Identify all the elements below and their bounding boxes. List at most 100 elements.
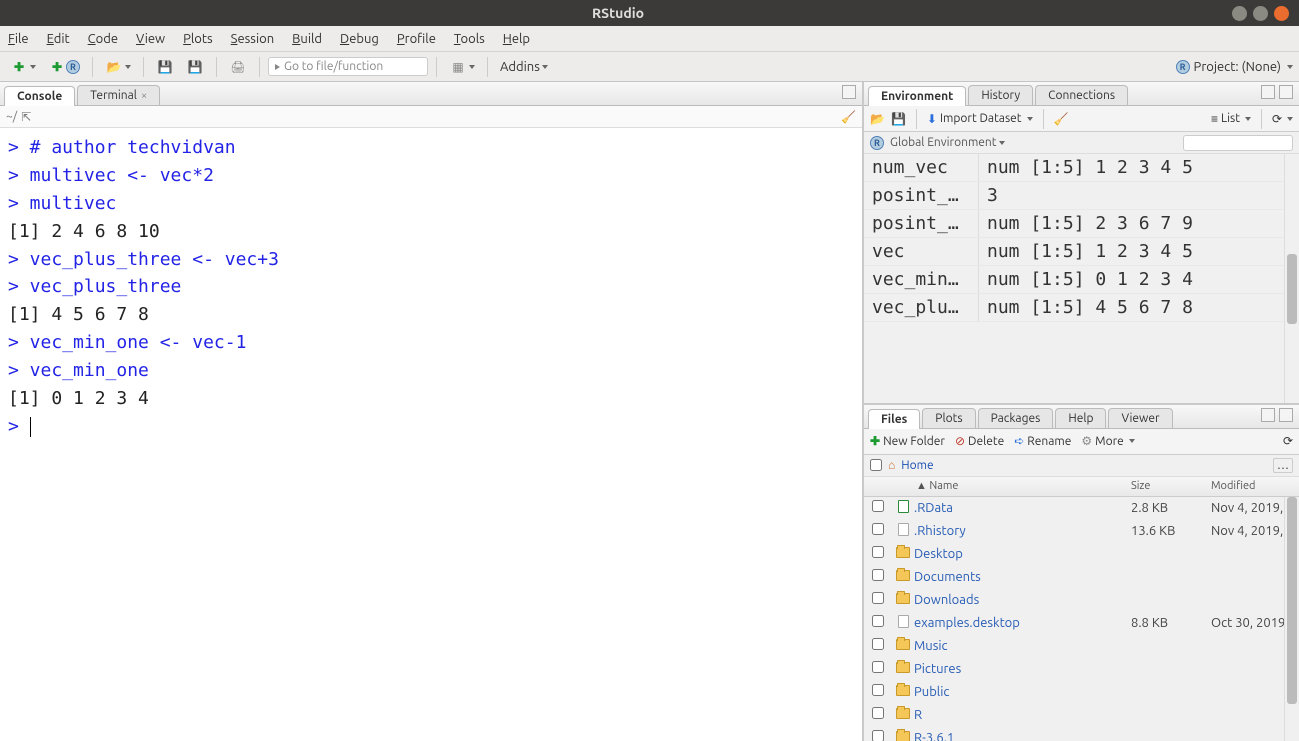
load-workspace-button[interactable]: 📂 xyxy=(870,112,885,126)
select-all-checkbox[interactable] xyxy=(870,459,882,471)
file-row[interactable]: .Rhistory13.6 KBNov 4, 2019, xyxy=(864,520,1299,543)
file-name[interactable]: Documents xyxy=(914,570,1131,584)
goto-file-input[interactable]: Go to file/function xyxy=(268,57,428,76)
file-checkbox[interactable] xyxy=(872,592,884,604)
file-name[interactable]: .RData xyxy=(914,501,1131,515)
file-checkbox[interactable] xyxy=(872,730,884,741)
file-row[interactable]: examples.desktop8.8 KBOct 30, 2019, xyxy=(864,612,1299,635)
file-row[interactable]: Desktop xyxy=(864,543,1299,566)
menu-help[interactable]: Help xyxy=(503,32,530,46)
env-row[interactable]: num_vecnum [1:5] 1 2 3 4 5 xyxy=(864,154,1299,182)
file-row[interactable]: Music xyxy=(864,635,1299,658)
rename-button[interactable]: ➪ Rename xyxy=(1014,434,1071,448)
file-row[interactable]: .RData2.8 KBNov 4, 2019, xyxy=(864,497,1299,520)
header-modified[interactable]: Modified xyxy=(1211,480,1299,492)
file-name[interactable]: Music xyxy=(914,639,1131,653)
menu-code[interactable]: Code xyxy=(88,32,118,46)
file-row[interactable]: Downloads xyxy=(864,589,1299,612)
env-row[interactable]: vec_plu…num [1:5] 4 5 6 7 8 xyxy=(864,294,1299,322)
file-checkbox[interactable] xyxy=(872,638,884,650)
pane-minimize-button[interactable] xyxy=(1261,408,1275,422)
pane-maximize-button[interactable] xyxy=(1279,408,1293,422)
files-tab-viewer[interactable]: Viewer xyxy=(1108,408,1172,428)
refresh-environment-button[interactable]: ⟳ xyxy=(1272,112,1293,126)
file-name[interactable]: R xyxy=(914,708,1131,722)
clear-console-button[interactable]: 🧹 xyxy=(841,110,856,124)
menu-tools[interactable]: Tools xyxy=(454,32,485,46)
env-tab-history[interactable]: History xyxy=(968,85,1033,105)
file-name[interactable]: Downloads xyxy=(914,593,1131,607)
more-button[interactable]: ⚙ More xyxy=(1081,434,1134,448)
files-scrollbar[interactable] xyxy=(1284,497,1299,741)
file-row[interactable]: R-3.6.1 xyxy=(864,727,1299,741)
file-name[interactable]: R-3.6.1 xyxy=(914,731,1131,741)
new-project-button[interactable]: ✚R xyxy=(44,56,84,78)
addins-button[interactable]: Addins xyxy=(496,58,552,76)
file-checkbox[interactable] xyxy=(872,615,884,627)
console-tab-terminal[interactable]: Terminal× xyxy=(77,85,160,105)
menu-debug[interactable]: Debug xyxy=(340,32,379,46)
env-tab-environment[interactable]: Environment xyxy=(868,86,966,106)
view-mode-button[interactable]: ≡ List xyxy=(1211,112,1251,126)
file-name[interactable]: Desktop xyxy=(914,547,1131,561)
file-row[interactable]: Documents xyxy=(864,566,1299,589)
window-maximize-button[interactable] xyxy=(1253,6,1268,21)
console-tab-console[interactable]: Console xyxy=(4,86,75,106)
import-dataset-button[interactable]: ⬇ Import Dataset xyxy=(927,112,1033,126)
menu-profile[interactable]: Profile xyxy=(397,32,436,46)
files-tab-files[interactable]: Files xyxy=(868,409,920,429)
window-minimize-button[interactable] xyxy=(1232,6,1247,21)
pane-minimize-button[interactable] xyxy=(1261,85,1275,99)
clear-environment-button[interactable]: 🧹 xyxy=(1054,112,1069,126)
environment-scrollbar[interactable] xyxy=(1284,154,1299,403)
file-name[interactable]: .Rhistory xyxy=(914,524,1131,538)
home-icon[interactable]: ⌂ xyxy=(888,458,895,472)
menu-edit[interactable]: Edit xyxy=(47,32,70,46)
env-row[interactable]: vec_min…num [1:5] 0 1 2 3 4 xyxy=(864,266,1299,294)
environment-scope[interactable]: Global Environment xyxy=(890,136,997,149)
file-checkbox[interactable] xyxy=(872,569,884,581)
file-name[interactable]: examples.desktop xyxy=(914,616,1131,630)
console-prompt[interactable]: > xyxy=(8,413,854,441)
grid-view-button[interactable]: ▦ xyxy=(445,56,479,78)
menu-file[interactable]: File xyxy=(8,32,29,46)
save-all-button[interactable]: 💾 xyxy=(182,56,208,78)
console-popout-icon[interactable]: ⇱ xyxy=(21,110,31,124)
env-row[interactable]: posint_…num [1:5] 2 3 6 7 9 xyxy=(864,210,1299,238)
files-tab-plots[interactable]: Plots xyxy=(922,408,975,428)
refresh-files-button[interactable]: ⟳ xyxy=(1283,434,1293,448)
file-name[interactable]: Public xyxy=(914,685,1131,699)
new-file-button[interactable]: ✚ xyxy=(6,56,40,78)
file-row[interactable]: Public xyxy=(864,681,1299,704)
env-row[interactable]: vecnum [1:5] 1 2 3 4 5 xyxy=(864,238,1299,266)
save-button[interactable]: 💾 xyxy=(152,56,178,78)
file-checkbox[interactable] xyxy=(872,546,884,558)
env-tab-connections[interactable]: Connections xyxy=(1035,85,1128,105)
path-more-button[interactable]: … xyxy=(1273,458,1293,473)
env-row[interactable]: posint_…3 xyxy=(864,182,1299,210)
menu-view[interactable]: View xyxy=(136,32,165,46)
save-workspace-button[interactable]: 💾 xyxy=(891,112,906,126)
file-checkbox[interactable] xyxy=(872,684,884,696)
file-checkbox[interactable] xyxy=(872,523,884,535)
environment-search-input[interactable] xyxy=(1183,135,1293,151)
console[interactable]: > # author techvidvan> multivec <- vec*2… xyxy=(0,128,862,741)
files-tab-help[interactable]: Help xyxy=(1055,408,1106,428)
menu-build[interactable]: Build xyxy=(292,32,322,46)
file-name[interactable]: Pictures xyxy=(914,662,1131,676)
breadcrumb-home[interactable]: Home xyxy=(901,459,933,472)
open-file-button[interactable]: 📂 xyxy=(101,56,135,78)
file-checkbox[interactable] xyxy=(872,661,884,673)
window-close-button[interactable] xyxy=(1274,6,1289,21)
file-checkbox[interactable] xyxy=(872,500,884,512)
new-folder-button[interactable]: ✚ New Folder xyxy=(870,434,945,448)
pane-maximize-button[interactable] xyxy=(1279,85,1293,99)
file-checkbox[interactable] xyxy=(872,707,884,719)
file-row[interactable]: R xyxy=(864,704,1299,727)
delete-button[interactable]: ⊘ Delete xyxy=(955,434,1004,448)
file-row[interactable]: Pictures xyxy=(864,658,1299,681)
menu-plots[interactable]: Plots xyxy=(183,32,213,46)
pane-minimize-button[interactable] xyxy=(842,85,856,99)
project-menu[interactable]: RProject: (None) xyxy=(1176,60,1293,74)
files-tab-packages[interactable]: Packages xyxy=(978,408,1054,428)
